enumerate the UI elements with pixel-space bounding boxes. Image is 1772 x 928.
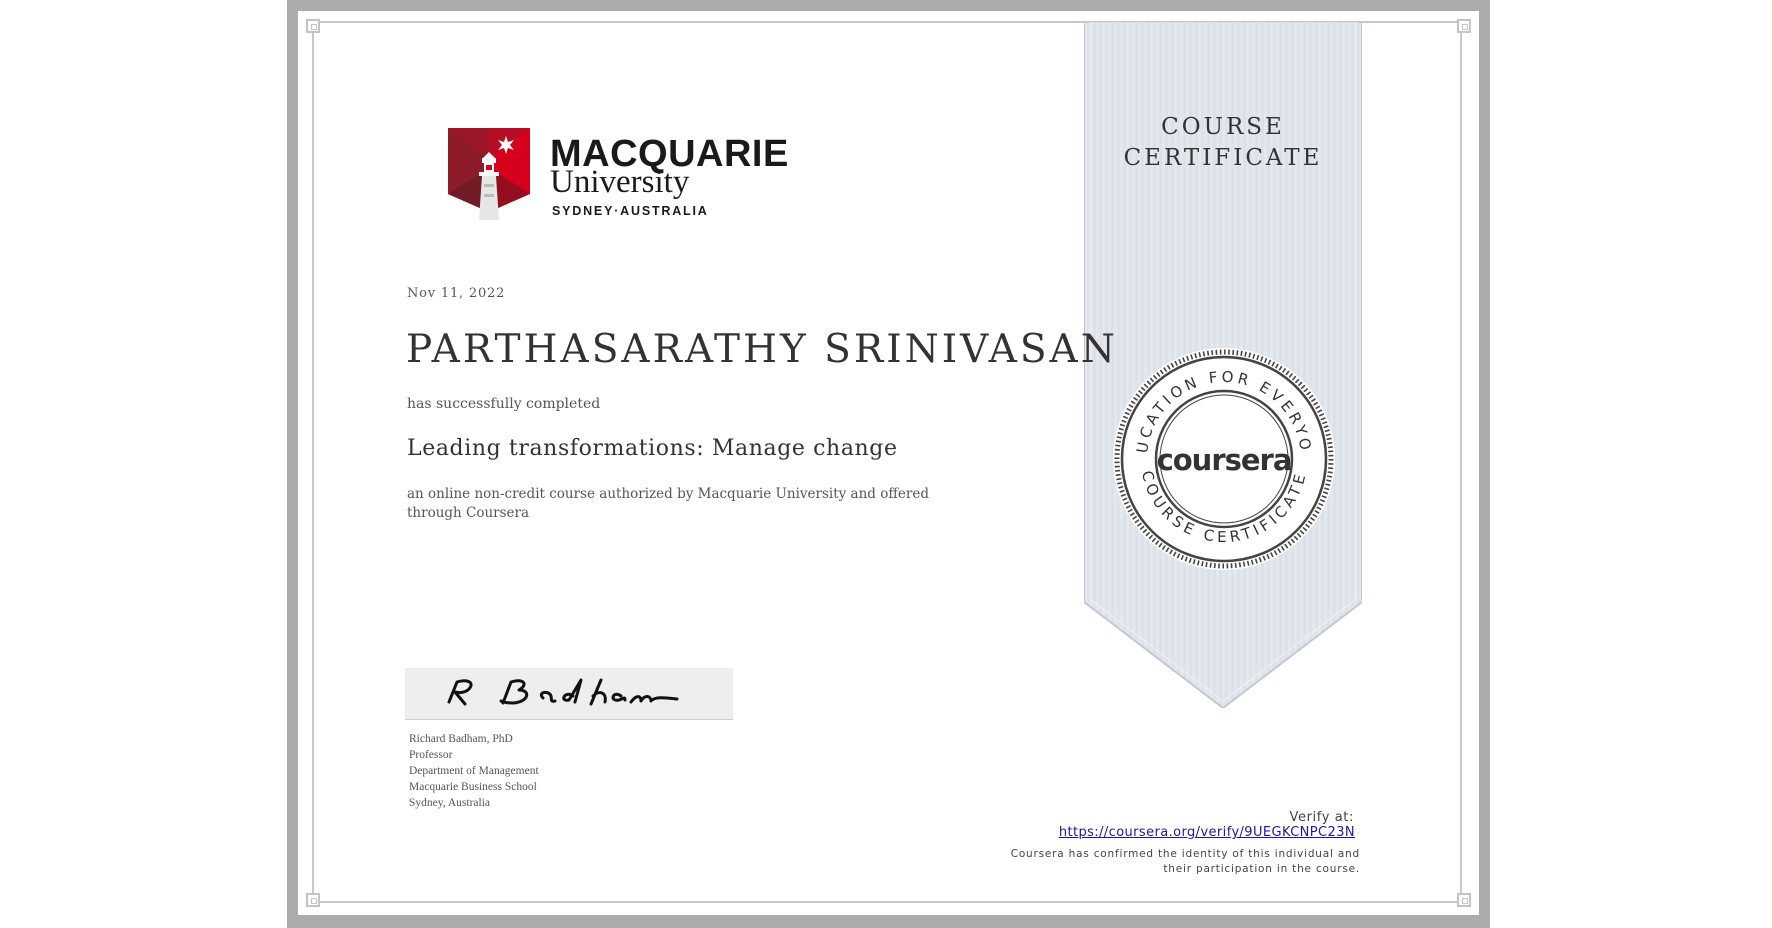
corner-ornament (306, 893, 320, 907)
signer-school: Macquarie Business School (409, 781, 537, 793)
logo-wordmark-university: University (550, 164, 690, 200)
handwritten-signature (447, 678, 679, 706)
lighthouse-shield-icon (448, 128, 530, 220)
issue-date: Nov 11, 2022 (407, 286, 506, 301)
ribbon-title-line: COURSE (1161, 114, 1285, 140)
verify-label: Verify at: (1289, 810, 1354, 825)
certificate-ribbon: COURSE CERTIFICATE EDUCATION FOR EVERYON… (1084, 22, 1362, 708)
coursera-seal: EDUCATION FOR EVERYONE COURSE CERTIFICAT… (1111, 346, 1335, 570)
verify-link[interactable]: https://coursera.org/verify/9UEGKCNPC23N (1059, 825, 1355, 840)
signer-title: Professor (409, 749, 453, 761)
macquarie-logo: MACQUARIE University SYDNEY·AUSTRALIA (448, 128, 788, 224)
ribbon-title: COURSE CERTIFICATE (1084, 112, 1362, 174)
course-description: an online non-credit course authorized b… (407, 486, 930, 521)
signer-details: Richard Badham, PhD Professor Department… (409, 731, 539, 811)
signer-department: Department of Management (409, 765, 539, 777)
verify-note-line: their participation in the course. (1163, 863, 1360, 875)
coursera-wordmark: coursera (1157, 443, 1292, 477)
corner-ornament (1457, 19, 1471, 33)
logo-location: SYDNEY·AUSTRALIA (552, 204, 709, 218)
ribbon-title-line: CERTIFICATE (1123, 145, 1323, 171)
signer-location: Sydney, Australia (409, 797, 491, 809)
signature-image (405, 668, 733, 720)
verify-note-line: Coursera has confirmed the identity of t… (1010, 848, 1360, 860)
verify-note: Coursera has confirmed the identity of t… (1011, 847, 1360, 877)
corner-ornament (306, 19, 320, 33)
corner-ornament (1457, 893, 1471, 907)
completed-label: has successfully completed (407, 396, 601, 412)
signer-name: Richard Badham, PhD (409, 733, 513, 745)
course-name: Leading transformations: Manage change (407, 436, 898, 461)
recipient-name: PARTHASARATHY SRINIVASAN (406, 327, 1118, 372)
